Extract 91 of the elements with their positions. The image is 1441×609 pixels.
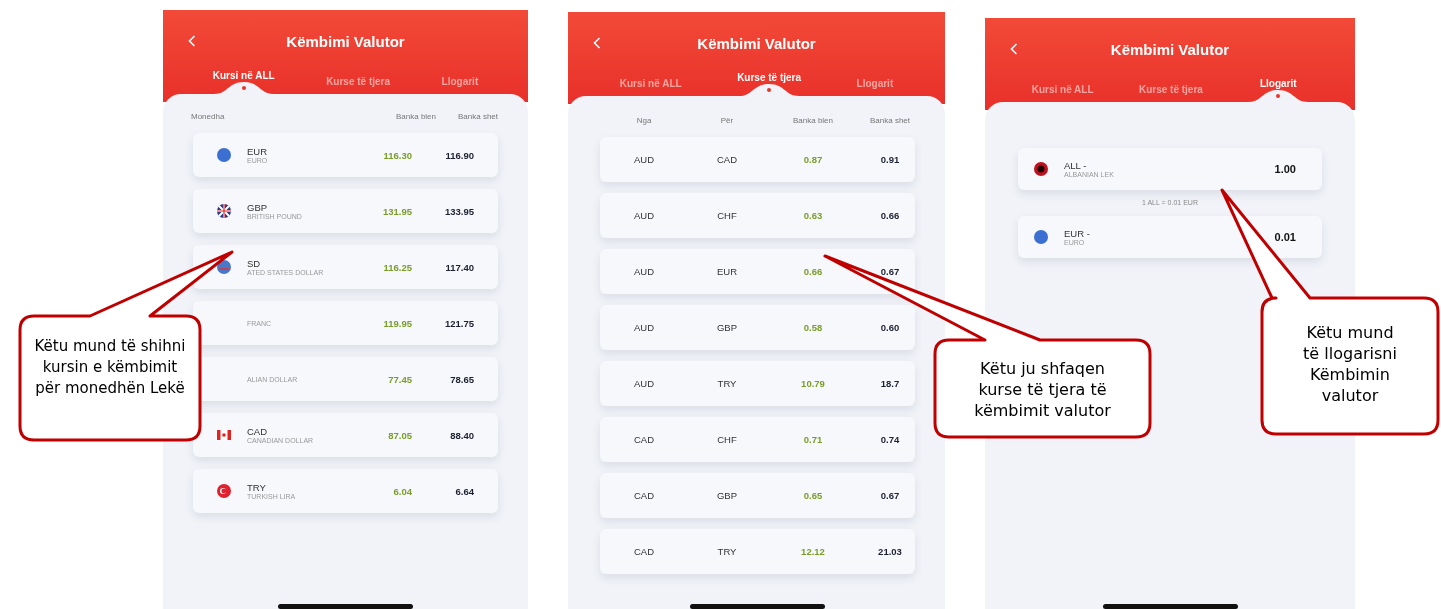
tab[interactable]: Kurse të tjera	[737, 72, 802, 83]
tooltip-text: Këtu mund të llogarisni Këmbimin valutor	[1302, 322, 1398, 406]
tab[interactable]: Llogarit	[1259, 78, 1297, 89]
currency-code: EUR	[247, 146, 269, 157]
rate-card[interactable]: AUD GBP 0.58 0.60	[600, 305, 915, 350]
sell-rate: 133.95	[443, 205, 474, 217]
buy-rate: 119.95	[382, 317, 412, 329]
buy-rate: 77.45	[387, 373, 412, 385]
currency-code: AUD	[632, 210, 656, 221]
column-header: Për	[719, 116, 735, 125]
back-button[interactable]	[592, 36, 602, 50]
flag-icon	[217, 204, 231, 218]
currency-code: CHF	[716, 210, 738, 221]
buy-rate: 0.65	[802, 490, 824, 501]
currency-code: GBP	[247, 202, 269, 213]
sell-rate: 88.40	[449, 429, 474, 441]
screen-title: Këmbimi Valutor	[286, 32, 405, 50]
back-icon	[188, 35, 196, 47]
buy-rate: 0.63	[802, 210, 824, 221]
sell-rate: 117.40	[444, 261, 474, 273]
sell-rate: 0.67	[879, 490, 901, 501]
column-header: Monedha	[191, 112, 226, 121]
currency-code: TRY	[716, 546, 738, 557]
flag-icon	[1034, 162, 1048, 176]
currency-code: TRY	[247, 482, 267, 493]
currency-code: AUD	[632, 266, 656, 277]
screen-title: Këmbimi Valutor	[697, 34, 816, 52]
sell-rate: 18.7	[879, 378, 901, 389]
flag-icon	[217, 428, 231, 442]
buy-rate: 116.25	[382, 261, 412, 273]
currency-code: EUR -	[1064, 228, 1091, 239]
buy-rate: 0.66	[802, 266, 824, 277]
column-header: Banka shet	[869, 116, 911, 125]
currency-code: CAD	[632, 490, 656, 501]
column-header: Banka blen	[394, 112, 436, 121]
tab[interactable]: Kursi në ALL	[212, 70, 275, 81]
currency-code: CAD	[632, 434, 656, 445]
rate-card[interactable]: CAD GBP 0.65 0.67	[600, 473, 915, 518]
sell-rate: 6.64	[454, 485, 474, 497]
currency-code: AUD	[632, 154, 656, 165]
currency-code: TRY	[716, 378, 738, 389]
rate-card[interactable]: AUD TRY 10.79 18.7	[600, 361, 915, 406]
screen-title: Këmbimi Valutor	[1110, 40, 1230, 58]
currency-code: AUD	[632, 322, 656, 333]
rate-card[interactable]: AUD EUR 0.66 0.67	[600, 249, 915, 294]
buy-rate: 10.79	[800, 378, 826, 389]
currency-code: EUR	[715, 266, 739, 277]
currency-code: CAD	[247, 426, 269, 437]
buy-rate: 87.05	[387, 429, 412, 441]
buy-rate: 0.58	[802, 322, 824, 333]
currency-code: AUD	[632, 378, 656, 389]
rate-card[interactable]: CAD TRY 12.12 21.03	[600, 529, 915, 574]
currency-code: ALL -	[1064, 160, 1088, 171]
buy-rate: 131.95	[381, 205, 412, 217]
sell-rate: 0.66	[879, 210, 901, 221]
flag-icon	[217, 148, 231, 162]
column-header: Banka blen	[792, 116, 834, 125]
buy-rate: 0.71	[802, 434, 824, 445]
sell-rate: 0.67	[879, 266, 901, 277]
column-header: Banka shet	[456, 112, 498, 121]
sell-rate: 0.91	[879, 154, 901, 165]
rate-card[interactable]: CAD CHF 0.71 0.74	[600, 417, 915, 462]
sell-rate: 0.74	[879, 434, 901, 445]
currency-code: GBP	[715, 322, 739, 333]
buy-rate: 12.12	[800, 546, 826, 557]
tooltip-text: Këtu ju shfaqen kurse të tjera të këmbimit valutor	[973, 358, 1112, 421]
currency-code: GBP	[715, 490, 739, 501]
sell-rate: 21.03	[877, 546, 903, 557]
rate-card[interactable]: AUD CAD 0.87 0.91	[600, 137, 915, 182]
buy-rate: 0.87	[802, 154, 824, 165]
currency-code: SD	[247, 258, 262, 269]
amount-value: 0.01	[1274, 231, 1296, 243]
back-button[interactable]	[1009, 42, 1019, 56]
sell-rate: 78.65	[449, 373, 474, 385]
tooltip-text: Këtu mund të shihni kursin e këmbimit për monedhën Lekë	[33, 336, 187, 399]
currency-code: CAD	[715, 154, 739, 165]
currency-code: CHF	[716, 434, 738, 445]
back-icon	[593, 37, 601, 49]
column-header: Nga	[635, 116, 653, 125]
amount-value: 1.00	[1274, 163, 1296, 175]
currency-code: CAD	[632, 546, 656, 557]
rate-card[interactable]: AUD CHF 0.63 0.66	[600, 193, 915, 238]
buy-rate: 6.04	[392, 485, 412, 497]
back-button[interactable]	[187, 34, 197, 48]
sell-rate: 121.75	[443, 317, 474, 329]
buy-rate: 116.30	[382, 149, 412, 161]
flag-icon	[217, 484, 231, 498]
back-icon	[1010, 43, 1018, 55]
flag-icon	[1034, 230, 1048, 244]
sell-rate: 116.90	[444, 149, 474, 161]
sell-rate: 0.60	[879, 322, 901, 333]
